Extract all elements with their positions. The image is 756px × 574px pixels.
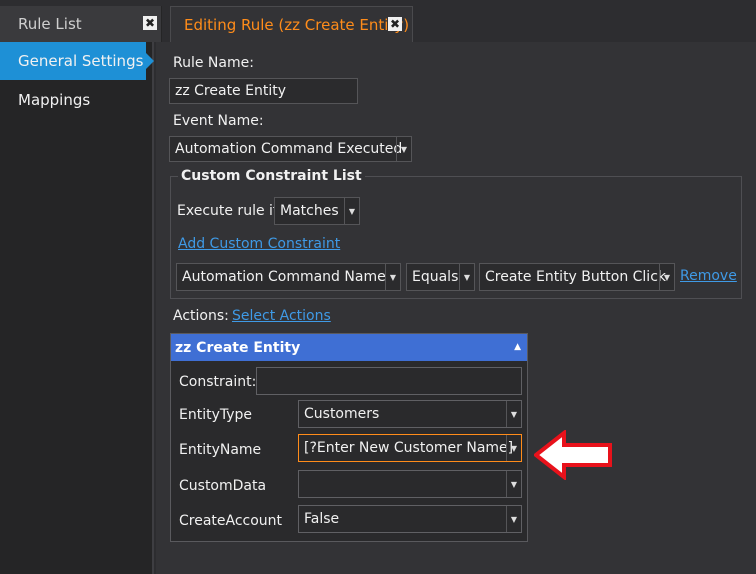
sidebar-item-mappings[interactable]: Mappings	[0, 81, 146, 119]
constraint-value-select[interactable]: Create Entity Button Click ▼	[479, 263, 675, 291]
actions-label: Actions:	[173, 308, 229, 324]
remove-constraint-link[interactable]: Remove	[680, 268, 737, 284]
sidebar-item-label: General Settings	[18, 52, 144, 70]
chevron-up-icon[interactable]: ▲	[514, 342, 521, 352]
constraint-field-select[interactable]: Automation Command Name ▼	[176, 263, 401, 291]
param-label: CreateAccount	[179, 513, 283, 529]
action-constraint-label: Constraint:	[179, 374, 257, 390]
execute-rule-value: Matches	[280, 203, 339, 219]
event-name-value: Automation Command Executed	[175, 141, 403, 157]
close-icon[interactable]: ✖	[143, 16, 157, 30]
chevron-down-icon[interactable]: ▼	[659, 264, 674, 290]
sidebar: General Settings Mappings	[0, 42, 154, 574]
param-label: EntityName	[179, 442, 262, 458]
custom-constraint-list: Custom Constraint List Execute rule if M…	[170, 168, 742, 299]
action-panel: zz Create Entity ▲ Constraint: EntityTyp…	[170, 333, 528, 542]
custom-data-select[interactable]: ▼	[298, 470, 522, 498]
entity-type-value: Customers	[304, 406, 380, 422]
entity-type-select[interactable]: Customers ▼	[298, 400, 522, 428]
create-account-value: False	[304, 511, 340, 527]
sidebar-item-general-settings[interactable]: General Settings	[0, 42, 154, 80]
tab-rule-list-label: Rule List	[18, 15, 82, 33]
chevron-down-icon[interactable]: ▼	[385, 264, 400, 290]
create-account-select[interactable]: False ▼	[298, 505, 522, 533]
chevron-down-icon[interactable]: ▼	[506, 506, 521, 532]
param-label: CustomData	[179, 478, 267, 494]
execute-rule-select[interactable]: Matches ▼	[274, 197, 360, 225]
add-custom-constraint-link[interactable]: Add Custom Constraint	[178, 236, 340, 252]
select-actions-link[interactable]: Select Actions	[232, 308, 331, 324]
annotation-arrow-icon	[534, 430, 612, 480]
chevron-down-icon[interactable]: ▼	[506, 401, 521, 427]
chevron-down-icon[interactable]: ▼	[396, 137, 411, 161]
main-panel: Rule Name: zz Create Entity Event Name: …	[156, 42, 756, 574]
constraint-operator-select[interactable]: Equals ▼	[406, 263, 475, 291]
chevron-down-icon[interactable]: ▼	[506, 471, 521, 497]
close-icon[interactable]: ✖	[388, 17, 402, 31]
event-name-label: Event Name:	[173, 113, 264, 129]
param-label: EntityType	[179, 407, 253, 423]
tab-rule-list[interactable]: Rule List ✖	[0, 6, 162, 42]
chevron-down-icon[interactable]: ▼	[344, 198, 359, 224]
constraint-field-value: Automation Command Name	[182, 269, 386, 285]
constraint-operator-value: Equals	[412, 269, 459, 285]
custom-constraint-list-title: Custom Constraint List	[178, 168, 365, 184]
rule-name-input[interactable]: zz Create Entity	[169, 78, 358, 104]
tab-editing-rule-label: Editing Rule (zz Create Entity)	[184, 15, 410, 34]
action-title: zz Create Entity	[175, 339, 301, 356]
tab-editing-rule[interactable]: Editing Rule (zz Create Entity) ✖	[170, 6, 413, 42]
sidebar-item-label: Mappings	[18, 91, 91, 109]
execute-rule-label: Execute rule if	[177, 203, 278, 219]
chevron-down-icon[interactable]: ▼	[459, 264, 474, 290]
event-name-select[interactable]: Automation Command Executed ▼	[169, 136, 412, 162]
rule-name-label: Rule Name:	[173, 55, 254, 71]
tab-bar: Rule List ✖ Editing Rule (zz Create Enti…	[0, 0, 756, 42]
action-header[interactable]: zz Create Entity ▲	[171, 334, 527, 361]
entity-name-select[interactable]: [?Enter New Customer Name] ▼	[298, 434, 522, 462]
constraint-value-text: Create Entity Button Click	[485, 269, 666, 285]
action-constraint-input[interactable]	[256, 367, 522, 395]
entity-name-value: [?Enter New Customer Name]	[304, 440, 514, 456]
chevron-down-icon[interactable]: ▼	[506, 435, 521, 461]
